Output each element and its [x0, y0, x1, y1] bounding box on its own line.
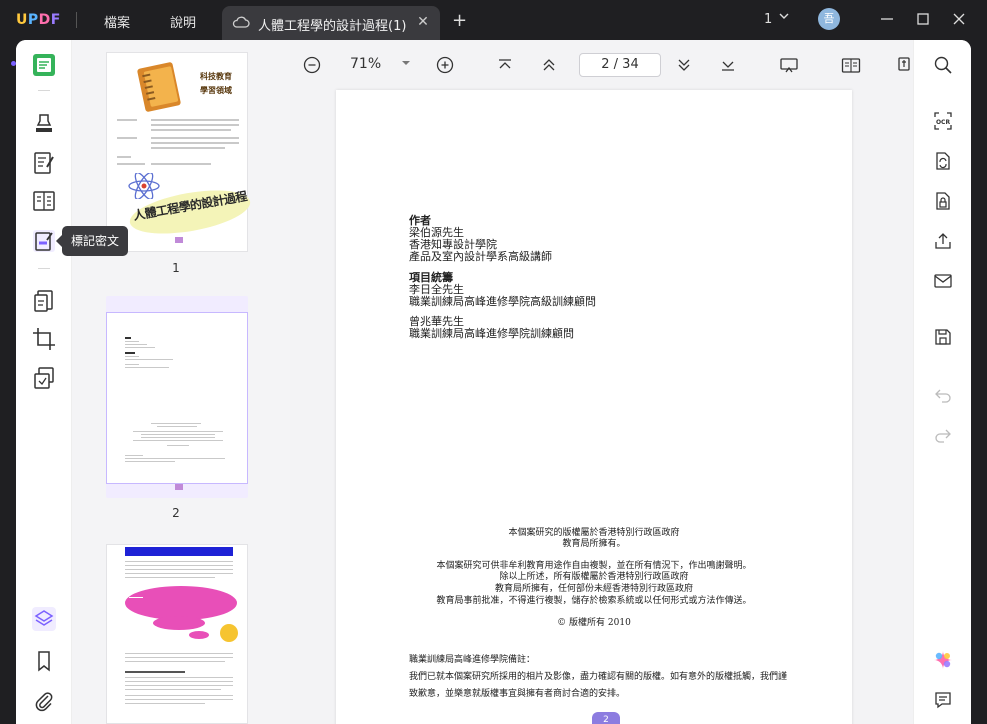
convert-icon[interactable] [31, 288, 57, 314]
tab-count[interactable]: 1 [764, 12, 772, 27]
close-window-icon[interactable] [950, 10, 968, 28]
page-number-2: 2 [172, 506, 180, 520]
zoom-out-icon[interactable] [302, 55, 322, 75]
user-avatar[interactable]: 吾 [818, 8, 840, 30]
redo-icon[interactable] [933, 425, 953, 445]
title-bar: UPDF 檔案 說明 人體工程學的設計過程(1) ✕ + 1 吾 [0, 0, 987, 40]
highlighter-icon[interactable] [31, 110, 57, 136]
page-thumbnail-3[interactable] [106, 544, 248, 724]
last-page-icon[interactable] [718, 55, 738, 75]
organize-pages-icon[interactable] [31, 188, 57, 214]
cloud-icon [232, 16, 250, 28]
ocr-icon[interactable]: OCR [933, 111, 953, 131]
coordinator2-block: 曾兆華先生 職業訓練局高峰進修學院訓練顧問 [409, 316, 574, 340]
reader-mode-icon[interactable] [31, 52, 57, 78]
first-page-icon[interactable] [495, 55, 515, 75]
convert-pdf-icon[interactable] [933, 151, 953, 171]
right-tool-rail: OCR [913, 40, 971, 724]
attachment-icon[interactable] [31, 688, 57, 714]
zoom-in-icon[interactable] [435, 55, 455, 75]
edit-pdf-icon[interactable] [31, 150, 57, 176]
coordinator2-line: 職業訓練局高峰進修學院訓練顧問 [409, 327, 574, 340]
copyright-line: 本個案研究的版權屬於香港特別行政區政府 [508, 528, 680, 538]
thumbnail-panel: 科技教育 學習領域 人體工程學的設計過程 1 2 [72, 40, 290, 724]
minimize-icon[interactable] [878, 10, 896, 28]
page-number-input[interactable]: 2 / 34 [579, 53, 661, 77]
maximize-icon[interactable] [914, 10, 932, 28]
thumb3-header-bar [125, 547, 233, 556]
copyright-line: 本個案研究可供非牟利教育用途作自由複製，並在所有情況下，作出鳴謝聲明。 [436, 561, 752, 571]
page-number-marker: 2 [592, 712, 620, 724]
copyright-line: 教育局事前批准，不得進行複製，儲存於檢索系統或以任何形式或方法作傳送。 [436, 596, 752, 606]
ai-assistant-icon[interactable] [933, 650, 953, 670]
copyright-notice: © 版權所有 2010 [557, 618, 631, 628]
presentation-icon[interactable] [779, 55, 799, 75]
viewer-toolbar: 71% 2 / 34 [290, 40, 913, 88]
main-frame: 標記密文 科技教育 學習領域 人體工程學的設計過程 1 2 71% 2 / 34… [16, 40, 971, 724]
undo-icon[interactable] [933, 385, 953, 405]
thumb1-title-line1: 科技教育 [200, 72, 232, 81]
menu-help[interactable]: 說明 [170, 12, 196, 31]
zoom-level[interactable]: 71% [350, 56, 381, 72]
notes-line: 致歉意，並樂意就版權事宜與擁有者商討合適的安排。 [409, 689, 626, 699]
copyright-line: 教育局所擁有。 [562, 539, 626, 549]
svg-text:OCR: OCR [936, 119, 951, 126]
protect-pdf-icon[interactable] [933, 191, 953, 211]
coordinator-line: 職業訓練局高峰進修學院高級訓練顧問 [409, 295, 596, 308]
document-viewer: 71% 2 / 34 作者 梁伯源先生 香港知專設計學院 產品及室內設計學系高級… [290, 40, 913, 724]
atom-icon [128, 173, 160, 199]
next-page-icon[interactable] [674, 55, 694, 75]
save-icon[interactable] [933, 327, 953, 347]
document-tab[interactable]: 人體工程學的設計過程(1) ✕ [222, 6, 440, 40]
crop-icon[interactable] [31, 326, 57, 352]
pdf-page: 作者 梁伯源先生 香港知專設計學院 產品及室內設計學系高級講師 項目統籌 李日全… [336, 90, 852, 724]
close-tab-icon[interactable]: ✕ [414, 13, 432, 31]
bookmark-icon[interactable] [31, 648, 57, 674]
document-tab-title: 人體工程學的設計過程(1) [258, 19, 407, 34]
rail-divider [38, 90, 50, 91]
layers-icon[interactable] [31, 606, 57, 632]
thumb1-title-line2: 學習領域 [200, 86, 232, 95]
author-block: 作者 梁伯源先生 香港知專設計學院 產品及室內設計學系高級講師 [409, 215, 552, 263]
notes-line: 我們已就本個案研究所採用的相片及影像，盡力確認有關的版權。如有意外的版權抵觸，我… [409, 672, 788, 682]
email-icon[interactable] [933, 271, 953, 291]
page-thumbnail-2[interactable] [106, 312, 248, 484]
thought-bubble-illustration [125, 586, 238, 642]
search-icon[interactable] [933, 55, 953, 75]
redact-icon[interactable] [31, 228, 57, 254]
new-tab-button[interactable]: + [452, 10, 467, 31]
menu-file[interactable]: 檔案 [104, 12, 130, 31]
page-thumbnail-1[interactable]: 科技教育 學習領域 人體工程學的設計過程 [106, 52, 254, 252]
rail-divider [38, 268, 50, 269]
notebook-illustration [137, 62, 181, 112]
updf-logo: UPDF [16, 12, 61, 28]
left-tool-rail [16, 40, 72, 724]
copyright-line: 除以上所述，所有版權屬於香港特別行政區政府 [499, 572, 689, 582]
author-line: 產品及室內設計學系高級講師 [409, 250, 552, 263]
redact-tooltip: 標記密文 [56, 226, 128, 256]
page-number-1: 1 [172, 261, 180, 275]
previous-page-icon[interactable] [539, 55, 559, 75]
chevron-down-icon[interactable] [778, 10, 790, 22]
title-divider [76, 12, 77, 28]
zoom-dropdown-icon[interactable] [401, 59, 411, 67]
notes-heading: 職業訓練局高峰進修學院備註： [409, 655, 536, 665]
copyright-line: 教育局所擁有，任何部份未經香港特別行政區政府 [494, 584, 693, 594]
coordinator-block: 項目統籌 李日全先生 職業訓練局高峰進修學院高級訓練顧問 [409, 272, 596, 308]
share-icon[interactable] [933, 231, 953, 251]
page-tools-icon[interactable] [31, 365, 57, 391]
comment-icon[interactable] [933, 690, 953, 710]
page-display-icon[interactable] [841, 55, 861, 75]
